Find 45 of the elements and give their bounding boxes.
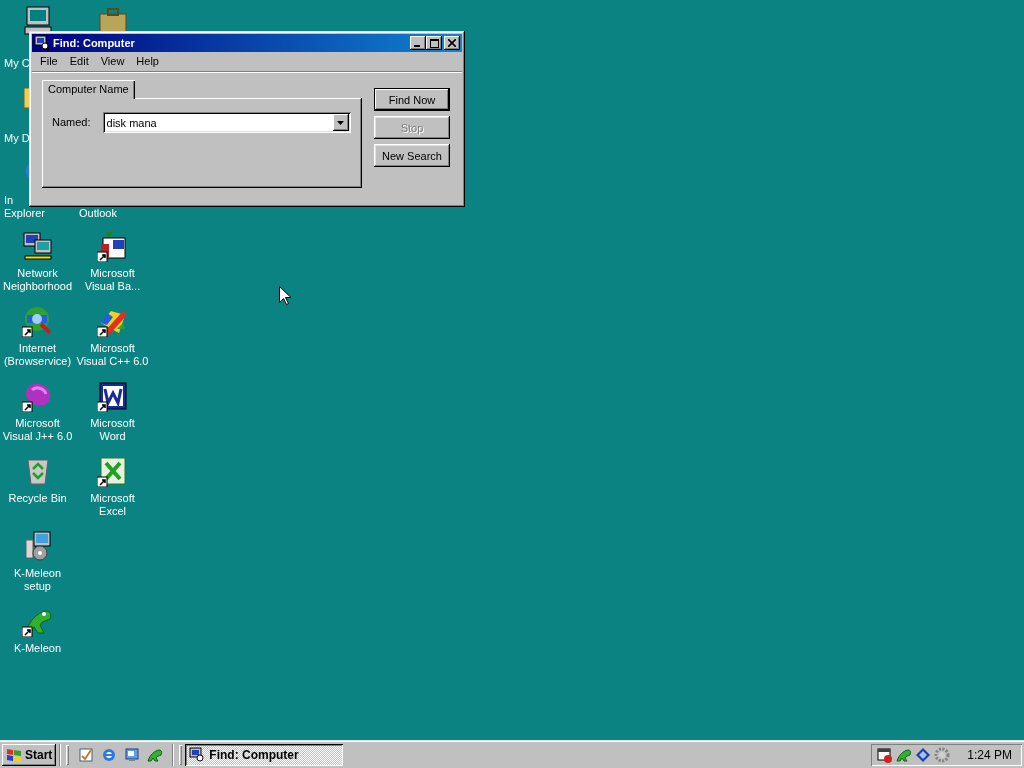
icon-label[interactable]: Microsoft Visual C++ 6.0 — [76, 342, 149, 368]
computer-search-icon — [34, 35, 50, 51]
icon-label[interactable]: Internet (Browservice) — [3, 342, 72, 368]
icon-label[interactable]: Microsoft Excel — [90, 492, 135, 518]
close-icon — [448, 39, 456, 47]
caret-icon — [337, 120, 345, 125]
notepad-icon[interactable] — [78, 747, 95, 763]
icon-label[interactable]: My C — [4, 57, 30, 70]
menu-item[interactable]: View — [94, 54, 131, 68]
excel-icon[interactable] — [96, 455, 129, 487]
scheduler-icon[interactable] — [877, 747, 894, 763]
action-button[interactable]: New Search — [374, 144, 450, 167]
vb-icon[interactable] — [96, 230, 129, 262]
computer-search-icon — [189, 747, 206, 763]
icon-label[interactable]: Outlook — [79, 207, 117, 220]
ie-icon[interactable] — [101, 747, 118, 763]
icon-label[interactable]: Network Neighborhood — [2, 267, 73, 293]
window-title: Find: Computer — [53, 37, 136, 49]
mouse-pointer-icon — [279, 286, 291, 305]
taskbar-button[interactable]: Find: Computer — [185, 744, 344, 766]
word-icon[interactable] — [96, 380, 129, 412]
clock: 1:24 PM — [967, 748, 1012, 762]
menu-item[interactable]: Help — [130, 54, 165, 68]
menu-item[interactable]: File — [34, 54, 64, 68]
start-button[interactable]: Start — [2, 744, 57, 766]
icon-label[interactable]: K-Meleon — [13, 642, 62, 655]
menu-item[interactable]: Edit — [63, 54, 95, 68]
minimize-button[interactable] — [410, 36, 426, 50]
globe-icon[interactable] — [21, 305, 54, 337]
desktop-icon[interactable] — [124, 747, 141, 763]
maximize-button[interactable] — [426, 36, 442, 50]
icon-label[interactable]: K-Meleon setup — [13, 567, 62, 593]
close-button[interactable] — [444, 36, 460, 50]
windows-flag-icon — [5, 747, 23, 763]
icon-label[interactable]: In Explorer — [4, 194, 45, 220]
icon-label[interactable]: Microsoft Visual J++ 6.0 — [2, 417, 73, 443]
icon-label[interactable]: Microsoft Visual Ba... — [84, 267, 141, 293]
icon-label[interactable]: My D — [4, 132, 30, 145]
action-button[interactable]: Find Now — [374, 88, 450, 111]
icon-label[interactable]: Recycle Bin — [8, 492, 67, 505]
tab[interactable]: Computer Name — [42, 80, 135, 99]
field-label: Named: — [52, 115, 91, 128]
maximize-icon — [429, 38, 439, 48]
icon-label[interactable]: Microsoft Word — [90, 417, 135, 443]
name-field[interactable]: disk mana — [102, 112, 351, 133]
